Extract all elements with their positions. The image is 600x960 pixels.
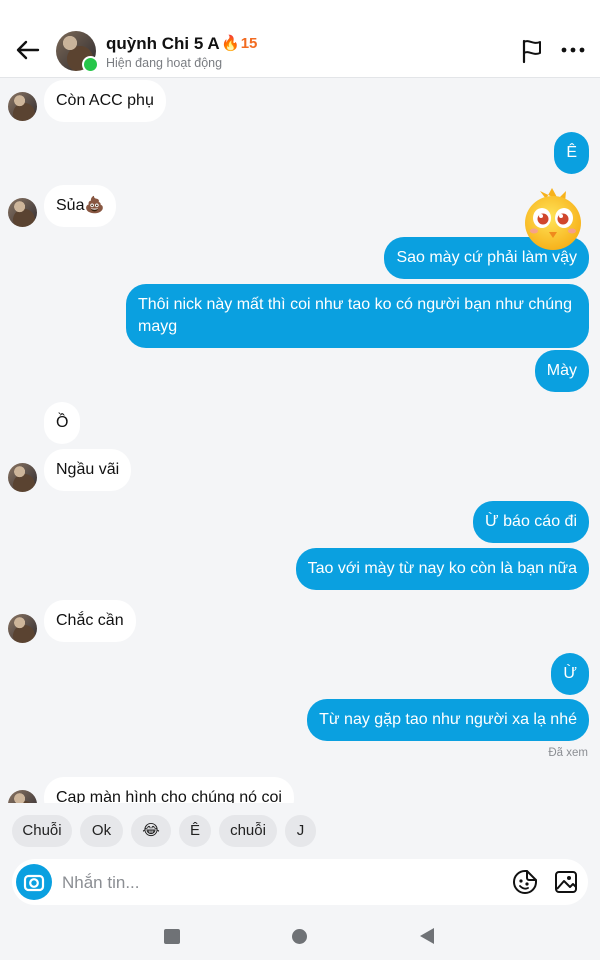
incoming-message[interactable]: Sủa💩 [44, 185, 117, 227]
quick-reply-bar: Chuỗi Ok 😂 Ê chuỗi J [0, 806, 600, 856]
sender-avatar[interactable] [8, 790, 37, 803]
streak-badge: 🔥 15 [221, 34, 258, 53]
message-list[interactable]: Còn ACC phụ Ê Sủa💩 Sao mày cứ phải làm v… [0, 79, 600, 803]
quick-reply-chip[interactable]: J [285, 815, 316, 847]
incoming-message[interactable]: Ồ [44, 402, 81, 444]
outgoing-message[interactable]: Ê [554, 132, 589, 174]
camera-button[interactable] [16, 864, 52, 900]
quick-reply-chip[interactable]: Chuỗi [12, 815, 72, 847]
camera-icon [23, 874, 45, 892]
incoming-message[interactable]: Cap màn hình cho chúng nó coi [44, 777, 294, 803]
flame-icon: 🔥 [221, 35, 240, 52]
online-status-dot [82, 56, 99, 73]
outgoing-message[interactable]: Tao với mày từ nay ko còn là bạn nữa [295, 548, 589, 590]
outgoing-message[interactable]: Thôi nick này mất thì coi như tao ko có … [126, 284, 589, 348]
contact-status: Hiện đang hoạt động [106, 56, 223, 70]
streak-count: 15 [240, 34, 258, 52]
quick-reply-chip[interactable]: Ê [179, 815, 211, 847]
more-dots-icon[interactable] [560, 40, 586, 60]
recent-apps-icon[interactable] [164, 929, 180, 944]
system-navigation-bar [0, 910, 600, 960]
incoming-message[interactable]: Còn ACC phụ [44, 80, 166, 122]
outgoing-message[interactable]: Ừ báo cáo đi [473, 501, 589, 543]
chat-header: quỳnh Chi 5 A 🔥 15 Hiện đang hoạt động [0, 0, 600, 78]
outgoing-message[interactable]: Ừ [551, 653, 589, 695]
flag-icon[interactable] [520, 38, 544, 64]
back-arrow-icon[interactable] [14, 36, 42, 64]
message-composer [12, 859, 588, 905]
quick-reply-chip[interactable]: chuỗi [219, 815, 277, 847]
sender-avatar[interactable] [8, 198, 37, 227]
system-back-icon[interactable] [420, 928, 434, 944]
sender-avatar[interactable] [8, 92, 37, 121]
message-input[interactable] [60, 867, 494, 899]
outgoing-message[interactable]: Mày [534, 350, 589, 392]
sticker-icon[interactable] [512, 869, 538, 895]
sender-avatar[interactable] [8, 614, 37, 643]
chick-sticker-icon[interactable] [522, 185, 584, 253]
seen-indicator: Đã xem [548, 747, 588, 759]
outgoing-message[interactable]: Từ nay gặp tao như người xa lạ nhé [307, 699, 589, 741]
sender-avatar[interactable] [8, 463, 37, 492]
incoming-message[interactable]: Ngầu vãi [44, 449, 132, 491]
quick-reply-chip[interactable]: Ok [80, 815, 123, 847]
incoming-message[interactable]: Chắc cần [44, 600, 136, 642]
image-icon[interactable] [554, 869, 578, 895]
contact-name[interactable]: quỳnh Chi 5 A [106, 34, 220, 54]
home-icon[interactable] [292, 929, 307, 944]
quick-reply-chip[interactable]: 😂 [131, 815, 171, 847]
